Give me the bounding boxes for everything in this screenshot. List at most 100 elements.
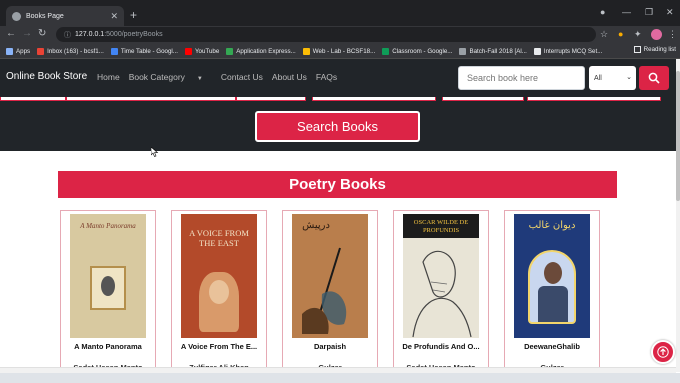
filter-field[interactable]: [527, 97, 661, 101]
bookmark-star-icon[interactable]: ☆: [600, 29, 608, 40]
bookmark-item[interactable]: Classroom - Google...: [382, 47, 453, 55]
profile-menu-icon[interactable]: ●: [600, 7, 605, 17]
book-title[interactable]: De Profundis And O...: [394, 342, 488, 351]
address-bar[interactable]: ⓘ 127.0.0.1 :5000/poetryBooks: [56, 27, 596, 42]
bookmark-item[interactable]: Interrupts MCQ Set...: [533, 47, 603, 55]
profile-avatar[interactable]: [651, 29, 662, 40]
book-title[interactable]: DeewaneGhalib: [505, 342, 599, 351]
caret-down-icon: ▼: [196, 76, 203, 82]
arrow-up-icon: [657, 346, 669, 358]
browser-toolbar: ← → ↻ ⓘ 127.0.0.1 :5000/poetryBooks ☆ ● …: [0, 26, 680, 44]
book-title[interactable]: A Manto Panorama: [61, 342, 155, 351]
nav-about-us[interactable]: About Us: [272, 72, 307, 82]
filter-field[interactable]: [236, 97, 306, 101]
cover-text: A VOICE FROM THE EAST: [189, 228, 249, 248]
search-button[interactable]: [639, 66, 669, 90]
search-icon: [648, 72, 660, 84]
globe-icon: [12, 11, 21, 21]
youtube-icon: [184, 47, 192, 55]
book-card[interactable]: A Manto Panorama A Manto Panorama Sadat …: [60, 210, 156, 372]
portrait-frame: [90, 266, 126, 310]
bookmark-label: Classroom - Google...: [392, 47, 453, 55]
scrollbar-thumb[interactable]: [676, 71, 680, 201]
book-cover[interactable]: OSCAR WILDE DE PROFUNDIS: [403, 214, 479, 338]
nav-home[interactable]: Home: [97, 72, 120, 82]
portrait-image: [199, 272, 239, 332]
info-icon[interactable]: ⓘ: [64, 30, 71, 40]
bookmark-item[interactable]: YouTube: [184, 47, 220, 55]
close-tab-icon[interactable]: ✕: [110, 11, 118, 22]
extension-icon[interactable]: ●: [618, 29, 623, 39]
book-card[interactable]: دیوان غالب DeewaneGhalib Gulzar: [504, 210, 600, 372]
bookmark-item[interactable]: Batch-Fall 2018 [Al...: [459, 47, 527, 55]
back-icon[interactable]: ←: [6, 28, 16, 39]
search-input[interactable]: [458, 66, 585, 90]
filter-field[interactable]: [442, 97, 524, 101]
search-books-button[interactable]: Search Books: [255, 111, 420, 142]
bookmark-label: Application Express...: [236, 47, 296, 55]
book-card[interactable]: OSCAR WILDE DE PROFUNDIS De Profundis An…: [393, 210, 489, 372]
url-host: 127.0.0.1: [75, 31, 105, 38]
browser-tab[interactable]: Books Page ✕: [6, 6, 124, 26]
classroom-icon: [382, 47, 390, 55]
reading-list[interactable]: Reading list: [633, 46, 676, 53]
mouse-cursor-icon: [151, 147, 159, 157]
reading-list-icon: [633, 46, 641, 53]
apex-icon: [226, 47, 234, 55]
book-cover[interactable]: دیوان غالب: [514, 214, 590, 338]
book-cover[interactable]: A Manto Panorama: [70, 214, 146, 338]
nav-faqs[interactable]: FAQs: [316, 72, 337, 82]
nav-links: Home Book Category ▼ Contact Us About Us …: [97, 72, 346, 82]
bookmark-label: Apps: [16, 47, 31, 55]
portrait-body: [538, 286, 568, 322]
portrait-image: [544, 262, 562, 284]
nav-book-category[interactable]: Book Category ▼: [129, 72, 212, 82]
close-window-icon[interactable]: ✕: [666, 7, 674, 18]
page-icon: [533, 47, 541, 55]
portrait-image: [101, 276, 115, 296]
web-lab-icon: [302, 47, 310, 55]
sketch-illustration: [412, 250, 472, 338]
back-to-top-button[interactable]: [651, 340, 675, 364]
nav-contact-us[interactable]: Contact Us: [221, 72, 263, 82]
chevron-down-icon: ⌄: [626, 74, 632, 81]
section-title: Poetry Books: [58, 171, 617, 198]
restore-icon[interactable]: ❐: [645, 7, 653, 18]
vertical-scrollbar[interactable]: [676, 59, 680, 372]
quill-illustration: [302, 247, 347, 334]
browser-menu-icon[interactable]: ⋮: [668, 29, 677, 40]
tab-title: Books Page: [26, 12, 64, 20]
book-title[interactable]: A Voice From The E...: [172, 342, 266, 351]
book-card[interactable]: A VOICE FROM THE EAST A Voice From The E…: [171, 210, 267, 372]
bookmark-item[interactable]: Inbox (163) - bcsf1...: [37, 47, 104, 55]
bookmark-label: YouTube: [194, 47, 220, 55]
new-tab-icon[interactable]: +: [130, 8, 137, 22]
filter-field[interactable]: [66, 97, 236, 101]
batch-icon: [459, 47, 467, 55]
filter-field[interactable]: [0, 97, 66, 101]
page-content: Search Books Poetry Books A Manto Panora…: [0, 97, 676, 372]
bookmark-item[interactable]: Application Express...: [226, 47, 296, 55]
book-cover[interactable]: درپیش: [292, 214, 368, 338]
bookmarks-bar: Apps Inbox (163) - bcsf1... Time Table -…: [0, 44, 680, 59]
cover-text: OSCAR WILDE DE PROFUNDIS: [413, 219, 469, 234]
minimize-icon[interactable]: —: [622, 7, 631, 17]
bookmark-label: Interrupts MCQ Set...: [543, 47, 603, 55]
bookmark-item[interactable]: Web - Lab - BCSF18...: [302, 47, 375, 55]
cover-text: A Manto Panorama: [80, 222, 136, 230]
book-cover[interactable]: A VOICE FROM THE EAST: [181, 214, 257, 338]
book-title[interactable]: Darpaish: [283, 342, 377, 351]
category-select-value: All: [594, 74, 602, 82]
forward-icon[interactable]: →: [22, 28, 32, 39]
filter-field[interactable]: [312, 97, 436, 101]
bookmark-item[interactable]: Apps: [6, 47, 31, 55]
category-select[interactable]: All ⌄: [589, 66, 636, 90]
bookmark-label: Time Table - Googl...: [120, 47, 178, 55]
brand-logo[interactable]: Online Book Store: [6, 71, 87, 82]
nav-book-category-label: Book Category: [128, 72, 185, 82]
bookmark-item[interactable]: Time Table - Googl...: [110, 47, 178, 55]
docs-icon: [110, 47, 118, 55]
book-card[interactable]: درپیش Darpaish Gulzar: [282, 210, 378, 372]
extensions-puzzle-icon[interactable]: ✦: [634, 29, 642, 40]
reload-icon[interactable]: ↻: [38, 28, 46, 39]
